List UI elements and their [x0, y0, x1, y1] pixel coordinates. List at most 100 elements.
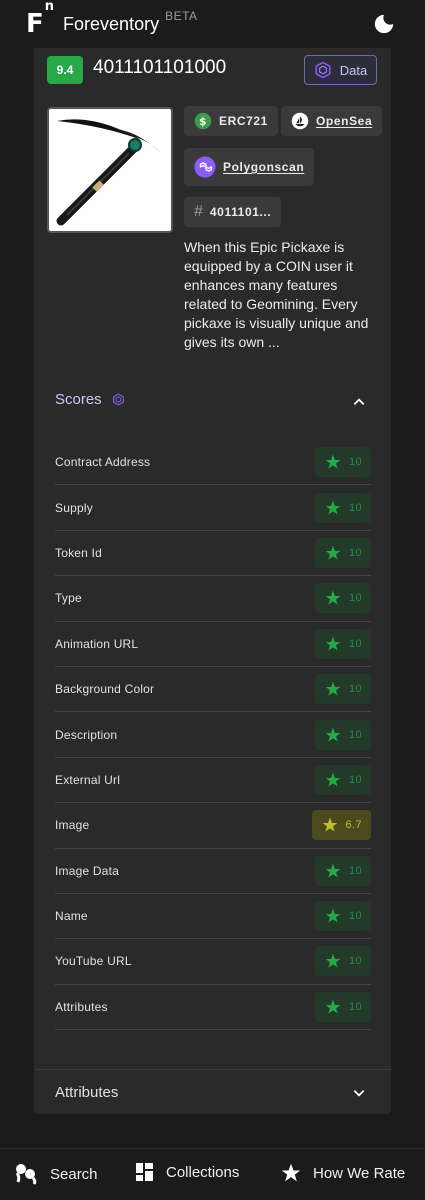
search-icon: [15, 1164, 37, 1185]
score-badge[interactable]: 10: [314, 901, 371, 932]
chevron-up-icon[interactable]: [352, 395, 366, 409]
polygon-icon: [112, 393, 124, 406]
score-row-label: Background Color: [55, 682, 155, 697]
data-button[interactable]: Data: [304, 55, 377, 85]
token-standard-label: ERC721: [219, 114, 268, 128]
score-badge[interactable]: 10: [314, 946, 371, 977]
token-standard-chip: $ ERC721: [184, 106, 278, 136]
score-badge[interactable]: 10: [314, 492, 371, 523]
star-icon: [325, 954, 341, 969]
score-value: 10: [348, 592, 362, 605]
star-icon: [325, 636, 341, 651]
app-brand-name[interactable]: Foreventory: [63, 14, 159, 35]
score-badge[interactable]: 10: [314, 537, 371, 568]
score-row: External Url 10: [55, 758, 371, 804]
score-value: 10: [348, 955, 362, 968]
score-badge[interactable]: 10: [314, 583, 371, 614]
score-value: 10: [348, 864, 362, 877]
opensea-link-label[interactable]: OpenSea: [316, 114, 372, 128]
token-id-label: 4011101...: [209, 205, 272, 219]
token-title: 4011101101000: [93, 57, 227, 78]
star-icon: [325, 591, 341, 606]
polygonscan-link[interactable]: Polygonscan: [184, 148, 315, 186]
score-row: Image 6.7: [55, 803, 371, 849]
opensea-link[interactable]: OpenSea: [281, 106, 383, 136]
token-card: 9.4 4011101101000 Data $ ERC721 OpenSea …: [34, 48, 391, 1114]
score-value: 10: [348, 1000, 362, 1013]
score-row: YouTube URL 10: [55, 939, 371, 985]
score-badge[interactable]: 10: [314, 855, 371, 886]
score-row-label: Type: [55, 591, 82, 606]
score-row: Description 10: [55, 712, 371, 758]
score-value: 10: [348, 637, 362, 650]
star-icon: [325, 727, 341, 742]
score-value: 10: [348, 728, 362, 741]
bottom-navigation: Search Collections How We Rate: [0, 1148, 425, 1200]
score-badge[interactable]: 10: [314, 674, 371, 705]
scores-table: Contract Address 10 Supply 10 Token Id 10 Type…: [55, 440, 371, 1031]
score-row-label: Image Data: [55, 863, 120, 878]
score-row-label: External Url: [55, 772, 121, 787]
score-value: 10: [348, 910, 362, 923]
star-icon: [325, 545, 341, 560]
token-image: [47, 107, 173, 233]
scores-heading: Scores: [55, 391, 102, 408]
score-value: 10: [348, 501, 362, 514]
token-description: When this Epic Pickaxe is equipped by a …: [184, 239, 369, 350]
score-row-label: Name: [55, 909, 88, 924]
score-row-label: Token Id: [55, 545, 102, 560]
score-value: 10: [348, 683, 362, 696]
score-badge[interactable]: 10: [314, 628, 371, 659]
star-icon: [325, 454, 341, 469]
star-icon: [322, 817, 337, 832]
star-icon: [325, 908, 341, 923]
score-value: 6.7: [345, 819, 362, 832]
star-icon: [325, 500, 341, 515]
polygonscan-link-label[interactable]: Polygonscan: [223, 160, 304, 174]
score-row-label: Description: [55, 727, 118, 742]
pickaxe-image: [56, 119, 161, 226]
score-row: Supply 10: [55, 485, 371, 531]
polygon-logo-icon: [194, 156, 216, 178]
opensea-icon: [291, 112, 309, 130]
score-badge[interactable]: 10: [314, 991, 371, 1022]
svg-text:$: $: [199, 116, 207, 128]
attributes-header[interactable]: Attributes: [34, 1069, 391, 1114]
dollar-icon: $: [194, 112, 212, 130]
nav-collections[interactable]: Collections: [136, 1163, 239, 1181]
token-id-chip[interactable]: # 4011101...: [184, 197, 282, 227]
score-row: Name 10: [55, 894, 371, 940]
score-value: 10: [348, 456, 362, 469]
score-row: Background Color 10: [55, 667, 371, 713]
score-row: Animation URL 10: [55, 622, 371, 667]
score-row: Attributes 10: [55, 985, 371, 1031]
score-row: Token Id 10: [55, 531, 371, 577]
score-row: Contract Address 10: [55, 440, 371, 486]
attributes-heading: Attributes: [55, 1083, 119, 1101]
score-row-label: Contract Address: [55, 455, 151, 470]
app-logo[interactable]: Fn: [26, 0, 54, 37]
overall-rating-badge: 9.4: [47, 56, 83, 84]
score-badge[interactable]: 10: [314, 719, 371, 750]
nav-search[interactable]: Search: [14, 1163, 98, 1185]
nav-search-label: Search: [50, 1165, 98, 1183]
score-value: 10: [348, 546, 362, 559]
score-row-label: Animation URL: [55, 636, 139, 651]
scores-header[interactable]: Scores: [55, 391, 125, 408]
score-row-label: Image: [55, 818, 90, 833]
hash-icon: #: [194, 203, 203, 220]
chevron-down-icon[interactable]: [352, 1086, 366, 1100]
score-badge[interactable]: 10: [314, 764, 371, 795]
star-icon: [281, 1163, 301, 1182]
score-badge[interactable]: 10: [314, 447, 371, 478]
score-row-label: Supply: [55, 500, 93, 515]
nav-how-we-rate[interactable]: How We Rate: [281, 1163, 405, 1183]
data-button-label: Data: [339, 62, 368, 78]
polygon-icon: [315, 61, 331, 79]
score-row: Type 10: [55, 576, 371, 622]
nav-collections-label: Collections: [166, 1163, 240, 1181]
star-icon: [325, 772, 341, 787]
score-row-label: YouTube URL: [55, 954, 132, 969]
score-badge[interactable]: 6.7: [311, 810, 371, 841]
moon-icon[interactable]: [373, 13, 395, 35]
